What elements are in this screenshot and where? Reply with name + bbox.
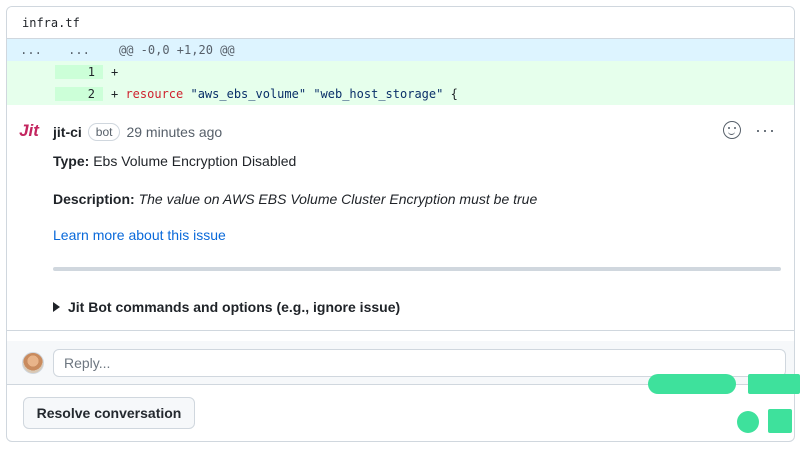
bot-commands-label: Jit Bot commands and options (e.g., igno… [68, 299, 401, 315]
user-avatar [22, 352, 44, 374]
hunk-header[interactable]: ... ... @@ -0,0 +1,20 @@ [7, 39, 794, 61]
decorative-circle-shape [737, 411, 759, 433]
reply-input[interactable] [53, 349, 786, 377]
file-name-header[interactable]: infra.tf [7, 7, 794, 39]
issue-description-label: Description: [53, 191, 135, 207]
jit-avatar[interactable]: Jit [17, 119, 41, 143]
comment-author[interactable]: jit-ci [53, 124, 82, 140]
learn-more-link[interactable]: Learn more about this issue [53, 227, 226, 243]
disclosure-triangle-icon [53, 302, 60, 312]
resolve-conversation-button[interactable]: Resolve conversation [23, 397, 195, 429]
issue-description-value: The value on AWS EBS Volume Cluster Encr… [138, 191, 538, 207]
decorative-pill-shape [648, 374, 736, 394]
line-num[interactable]: 2 [55, 87, 103, 101]
issue-description: Description: The value on AWS EBS Volume… [53, 191, 537, 207]
code-string: "aws_ebs_volume" [190, 87, 307, 101]
line-code: + [103, 65, 118, 79]
decorative-bar-shape [748, 374, 800, 394]
code-keyword: resource [125, 87, 184, 101]
issue-type: Type: Ebs Volume Encryption Disabled [53, 153, 296, 169]
comment-header: jit-ci bot 29 minutes ago [53, 123, 222, 141]
more-options-icon[interactable]: ··· [755, 121, 776, 139]
bot-comment: Jit jit-ci bot 29 minutes ago ··· Type: … [7, 105, 794, 331]
bot-badge: bot [87, 123, 121, 141]
diff-line: 1 + [7, 61, 794, 83]
decorative-square-shape [768, 409, 792, 433]
code-string: "web_host_storage" [313, 87, 444, 101]
hunk-right-expand[interactable]: ... [55, 43, 103, 57]
code-brace: { [450, 87, 458, 101]
issue-type-label: Type: [53, 153, 90, 169]
line-num[interactable]: 1 [55, 65, 103, 79]
comment-actions: ··· [723, 121, 776, 139]
bot-commands-toggle[interactable]: Jit Bot commands and options (e.g., igno… [53, 299, 400, 315]
diff-view: ... ... @@ -0,0 +1,20 @@ 1 + 2 + resourc… [7, 39, 794, 105]
smiley-icon[interactable] [723, 121, 742, 139]
line-code: + resource "aws_ebs_volume" "web_host_st… [103, 87, 458, 101]
file-name[interactable]: infra.tf [22, 16, 80, 30]
line-prefix: + [111, 65, 119, 79]
hunk-text: @@ -0,0 +1,20 @@ [119, 43, 235, 57]
issue-type-value: Ebs Volume Encryption Disabled [93, 153, 297, 169]
hunk-left-expand[interactable]: ... [7, 43, 55, 57]
comment-divider [53, 267, 781, 271]
comment-timestamp[interactable]: 29 minutes ago [126, 124, 222, 140]
line-prefix: + [111, 87, 126, 101]
diff-line: 2 + resource "aws_ebs_volume" "web_host_… [7, 83, 794, 105]
